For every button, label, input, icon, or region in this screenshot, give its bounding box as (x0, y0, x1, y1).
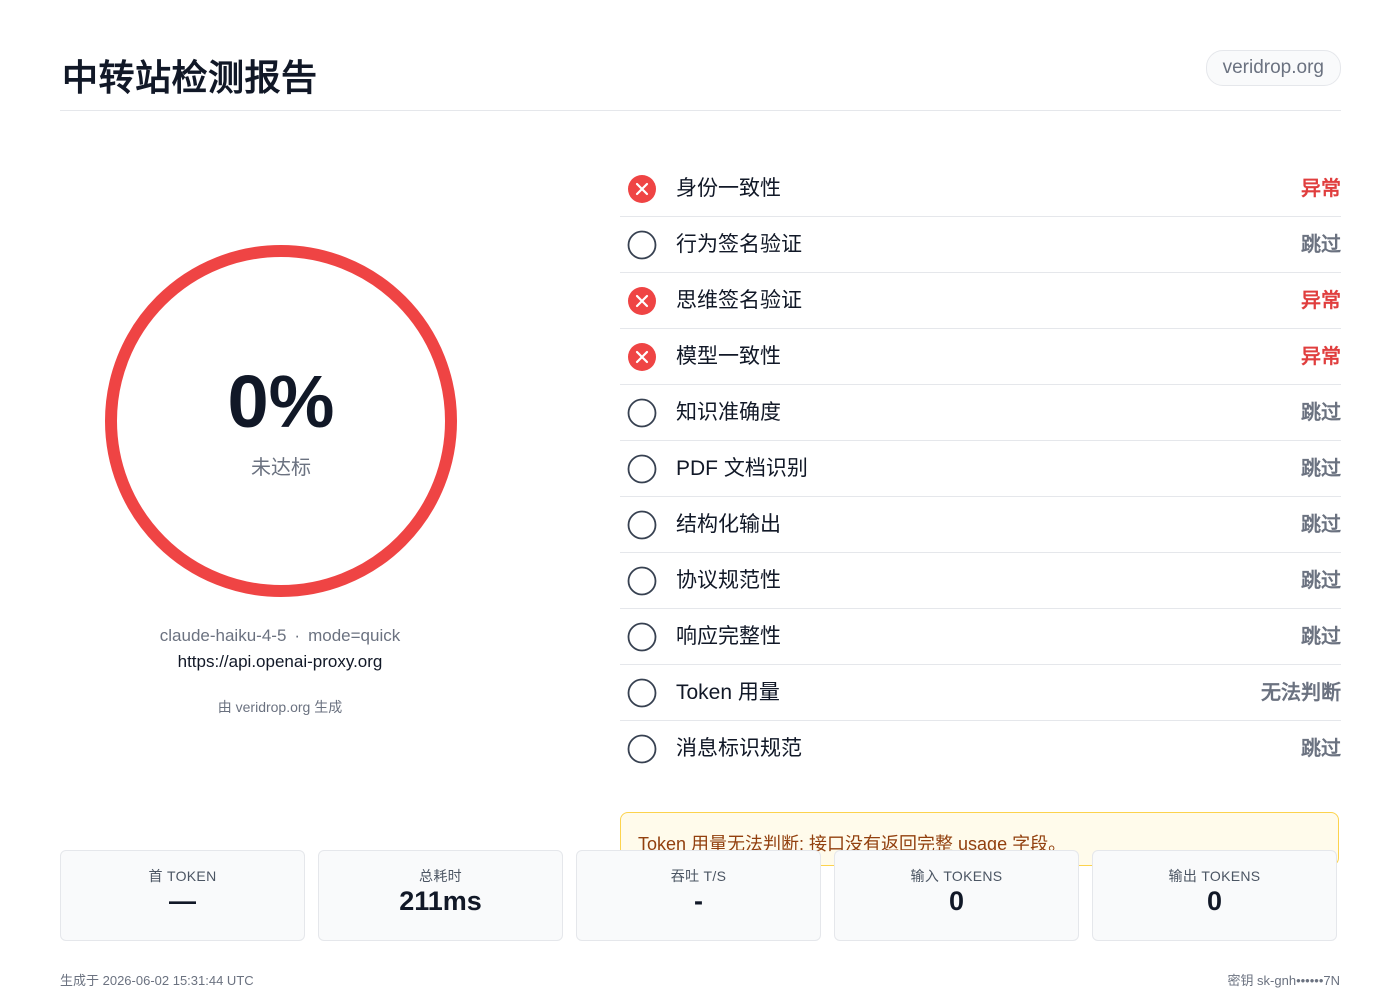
empty-circle-icon (627, 734, 657, 764)
check-status: 异常 (1301, 346, 1341, 368)
page-title: 中转站检测报告 (62, 57, 318, 98)
check-status: 无法判断 (1261, 682, 1341, 704)
check-status: 跳过 (1301, 458, 1341, 480)
check-row: 结构化输出 跳过 (620, 497, 1341, 553)
empty-circle-icon (627, 398, 657, 428)
check-status: 跳过 (1301, 402, 1341, 424)
check-status: 异常 (1301, 290, 1341, 312)
model-info: claude-haiku-4-5 · mode=quick (80, 626, 480, 646)
score-value: 0% (227, 360, 335, 443)
check-list: 身份一致性 异常 行为签名验证 跳过 思维签名验证 异常 模型一致性 异常 知识准确度 跳过 PDF… (620, 161, 1341, 776)
mode-info: mode=quick (308, 626, 401, 645)
check-row: 协议规范性 跳过 (620, 553, 1341, 609)
stats-row: 首 TOKEN — 总耗时 211ms 吞吐 T/S - 输入 TOKENS 0 输出 TOKE… (60, 850, 1340, 941)
x-circle-icon (627, 342, 657, 372)
stat-card: 吞吐 T/S - (576, 850, 821, 941)
check-name: 知识准确度 (676, 401, 781, 424)
stat-value: 0 (1206, 886, 1223, 916)
check-row: 身份一致性 异常 (620, 161, 1341, 217)
endpoint-url: https://api.openai-proxy.org (177, 652, 383, 671)
stat-value: — (169, 886, 196, 916)
empty-circle-icon (627, 622, 657, 652)
generated-timestamp: 生成于 2026-06-02 15:31:44 UTC (60, 973, 254, 988)
x-circle-icon (627, 174, 657, 204)
generated-by: 由 veridrop.org 生成 (217, 699, 343, 715)
check-name: 消息标识规范 (676, 737, 802, 760)
empty-circle-icon (627, 678, 657, 708)
check-name: 结构化输出 (676, 513, 781, 536)
check-row: 模型一致性 异常 (620, 329, 1341, 385)
stat-label: 输出 TOKENS (1168, 868, 1261, 884)
check-status: 异常 (1301, 178, 1341, 200)
check-status: 跳过 (1301, 234, 1341, 256)
check-row: 响应完整性 跳过 (620, 609, 1341, 665)
check-row: 行为签名验证 跳过 (620, 217, 1341, 273)
check-name: 响应完整性 (676, 625, 781, 648)
check-row: Token 用量 无法判断 (620, 665, 1341, 721)
x-circle-icon (627, 286, 657, 316)
api-key-masked: 密钥 sk-gnh••••••7N (1227, 973, 1340, 988)
report-header: 中转站检测报告 veridrop.org (60, 40, 1341, 111)
stat-card: 首 TOKEN — (60, 850, 305, 941)
check-status: 跳过 (1301, 514, 1341, 536)
stat-card: 输出 TOKENS 0 (1092, 850, 1337, 941)
check-status: 跳过 (1301, 626, 1341, 648)
check-row: PDF 文档识别 跳过 (620, 441, 1341, 497)
check-name: PDF 文档识别 (676, 457, 808, 480)
check-row: 消息标识规范 跳过 (620, 721, 1341, 776)
model-name: claude-haiku-4-5 (159, 626, 287, 645)
check-name: 协议规范性 (676, 569, 781, 592)
check-row: 思维签名验证 异常 (620, 273, 1341, 329)
check-status: 跳过 (1301, 738, 1341, 760)
empty-circle-icon (627, 566, 657, 596)
empty-circle-icon (627, 510, 657, 540)
meta-separator: · (294, 626, 301, 645)
check-name: 身份一致性 (676, 177, 781, 200)
stat-value: 0 (948, 886, 965, 916)
check-status: 跳过 (1301, 570, 1341, 592)
stat-card: 输入 TOKENS 0 (834, 850, 1079, 941)
stat-value: 211ms (399, 886, 482, 916)
score-ring: 0% 未达标 (105, 245, 457, 597)
domain-badge[interactable]: veridrop.org (1205, 50, 1341, 86)
stat-label: 吞吐 T/S (670, 868, 727, 884)
stat-label: 首 TOKEN (148, 868, 217, 884)
empty-circle-icon (627, 454, 657, 484)
check-name: 行为签名验证 (676, 233, 802, 256)
stat-label: 输入 TOKENS (910, 868, 1003, 884)
check-name: Token 用量 (676, 681, 780, 704)
score-label: 未达标 (251, 457, 311, 479)
stat-label: 总耗时 (419, 868, 462, 884)
check-name: 模型一致性 (676, 345, 781, 368)
check-row: 知识准确度 跳过 (620, 385, 1341, 441)
empty-circle-icon (627, 230, 657, 260)
check-name: 思维签名验证 (676, 289, 802, 312)
stat-card: 总耗时 211ms (318, 850, 563, 941)
stat-value: - (694, 886, 703, 916)
